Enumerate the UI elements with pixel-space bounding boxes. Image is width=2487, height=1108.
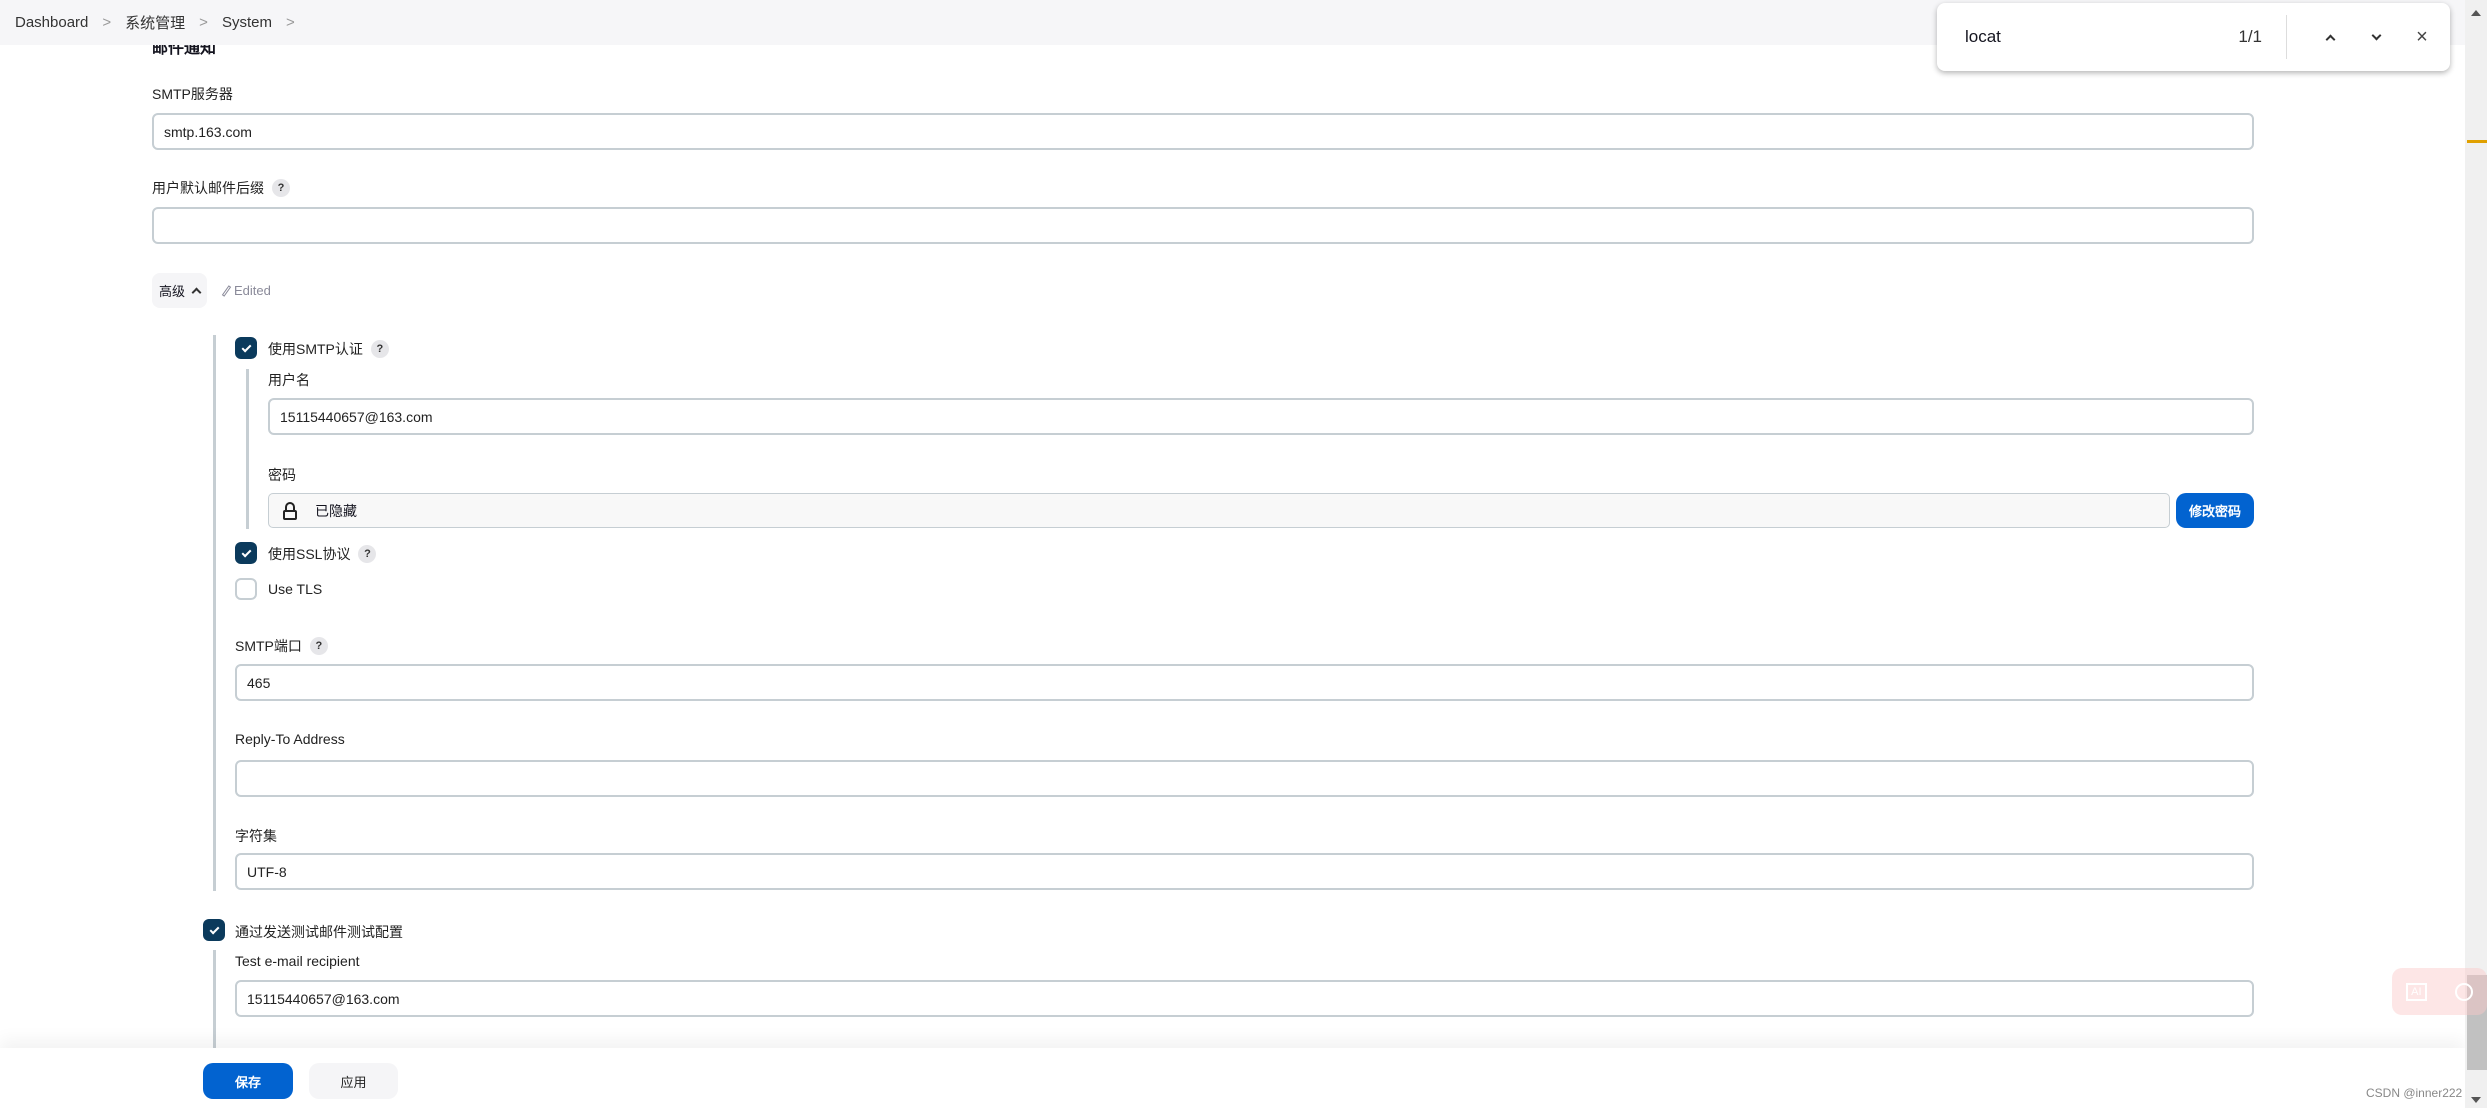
edited-indicator: Edited — [221, 283, 271, 298]
help-icon[interactable]: ? — [272, 179, 290, 197]
charset-label: 字符集 — [235, 828, 277, 844]
username-input[interactable]: 15115440657@163.com — [268, 398, 2254, 435]
smtp-server-label-text: SMTP服务器 — [152, 86, 233, 102]
ssl-checkbox[interactable] — [235, 542, 257, 564]
test-section-line — [213, 950, 216, 1050]
breadcrumb-system[interactable]: System — [222, 14, 272, 31]
footer-bar: 保存 应用 — [0, 1048, 2465, 1108]
test-recipient-input[interactable]: 15115440657@163.com — [235, 980, 2254, 1017]
smtp-auth-label-text: 使用SMTP认证 — [268, 341, 363, 357]
watermark: CSDN @inner222 — [2366, 1086, 2463, 1100]
help-icon[interactable]: ? — [370, 340, 389, 358]
find-bar: locat 1/1 × — [1937, 3, 2450, 71]
scroll-up-icon[interactable] — [2471, 10, 2481, 16]
smtp-auth-label: 使用SMTP认证? — [268, 339, 389, 359]
smtp-server-label: SMTP服务器 — [152, 84, 233, 104]
reply-to-label: Reply-To Address — [235, 731, 345, 747]
breadcrumb-system-admin[interactable]: 系统管理 — [125, 12, 185, 33]
divider — [2286, 15, 2287, 59]
smtp-server-input[interactable]: smtp.163.com — [152, 113, 2254, 150]
chevron-right-icon[interactable]: > — [286, 14, 295, 31]
default-suffix-label-text: 用户默认邮件后缀 — [152, 180, 264, 196]
advanced-toggle-button[interactable]: 高级 — [152, 273, 207, 308]
find-input[interactable]: locat — [1965, 27, 2190, 47]
chevron-right-icon: > — [102, 14, 112, 31]
save-button[interactable]: 保存 — [203, 1063, 293, 1099]
charset-input[interactable]: UTF-8 — [235, 853, 2254, 890]
default-suffix-label: 用户默认邮件后缀? — [152, 178, 290, 198]
find-next-button[interactable] — [2353, 22, 2399, 52]
auth-section-line — [246, 369, 249, 529]
chevron-up-icon — [2325, 34, 2335, 44]
ssl-label: 使用SSL协议? — [268, 544, 377, 564]
username-label: 用户名 — [268, 372, 310, 388]
password-field: 已隐藏 — [268, 493, 2170, 528]
apply-button[interactable]: 应用 — [309, 1063, 398, 1099]
help-icon[interactable]: ? — [309, 637, 328, 655]
lock-icon — [283, 501, 297, 520]
tls-label: Use TLS — [268, 581, 323, 597]
breadcrumb-dashboard[interactable]: Dashboard — [15, 14, 88, 31]
check-icon — [209, 924, 219, 934]
chevron-up-icon — [191, 287, 202, 298]
ai-icon[interactable]: AI — [2406, 982, 2427, 1001]
chevron-down-icon — [2371, 30, 2381, 40]
password-value: 已隐藏 — [315, 502, 357, 519]
default-suffix-input[interactable] — [152, 207, 2254, 244]
help-icon[interactable]: ? — [358, 545, 377, 563]
smtp-port-label: SMTP端口? — [235, 636, 328, 656]
smtp-port-label-text: SMTP端口 — [235, 638, 302, 654]
check-icon — [241, 547, 251, 557]
smtp-port-input[interactable]: 465 — [235, 664, 2254, 701]
test-config-checkbox[interactable] — [203, 919, 225, 941]
chevron-right-icon: > — [199, 14, 208, 31]
scroll-down-icon[interactable] — [2471, 1097, 2481, 1103]
edited-text: Edited — [234, 283, 271, 298]
advanced-section-line — [213, 335, 216, 891]
tls-checkbox[interactable] — [235, 578, 257, 600]
reply-to-input[interactable] — [235, 760, 2254, 797]
floating-tools: AI — [2392, 968, 2487, 1015]
smtp-auth-checkbox[interactable] — [235, 337, 257, 359]
close-icon[interactable]: × — [2399, 22, 2445, 52]
pencil-icon — [221, 284, 232, 297]
find-count: 1/1 — [2238, 27, 2262, 46]
test-config-label: 通过发送测试邮件测试配置 — [235, 924, 403, 940]
find-previous-button[interactable] — [2307, 22, 2353, 52]
scrollbar[interactable] — [2465, 0, 2487, 1108]
find-match-marker — [2467, 140, 2487, 143]
advanced-label: 高级 — [158, 284, 185, 299]
ssl-label-text: 使用SSL协议 — [268, 546, 351, 562]
change-password-button[interactable]: 修改密码 — [2176, 493, 2254, 528]
search-icon[interactable] — [2454, 982, 2473, 1001]
test-recipient-label: Test e-mail recipient — [235, 953, 360, 969]
check-icon — [241, 342, 251, 352]
password-label: 密码 — [268, 467, 296, 483]
